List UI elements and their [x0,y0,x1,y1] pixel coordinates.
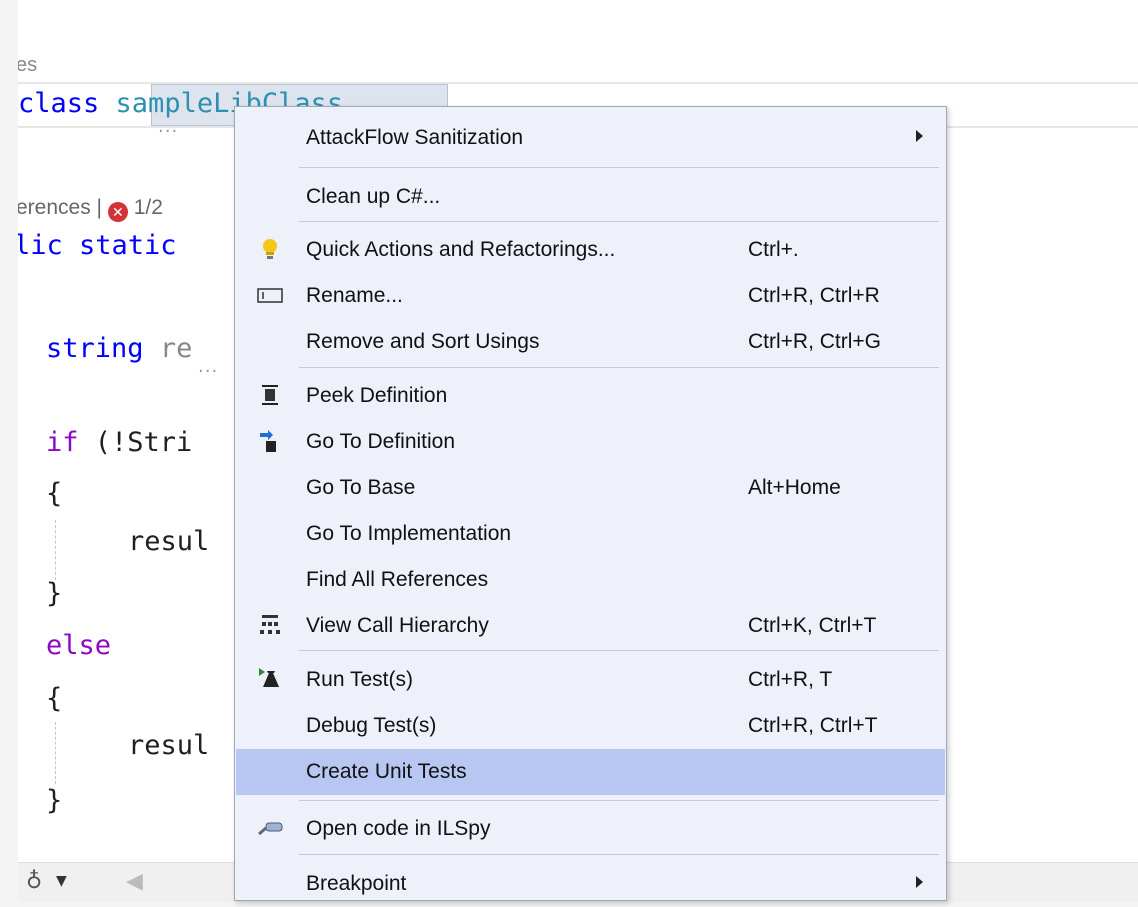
scroll-left-icon[interactable]: ◀ [126,869,143,894]
ellipsis-marker-2: ... [198,356,219,377]
code-line-result-2[interactable]: resul [128,730,209,761]
lightbulb-icon [256,235,284,263]
menu-item-debug-tests[interactable]: Debug Test(s) Ctrl+R, Ctrl+T [236,703,945,749]
menu-item-label: AttackFlow Sanitization [306,126,524,149]
indent-guide-2 [55,722,56,784]
menu-item-shortcut: Ctrl+R, T [748,668,833,691]
code-line-if[interactable]: if (!Stri [46,427,192,458]
menu-item-label: Debug Test(s) [306,714,437,737]
menu-item-label: Go To Implementation [306,522,512,545]
menu-item-shortcut: Alt+Home [748,476,841,499]
menu-item-go-to-implementation[interactable]: Go To Implementation [236,511,945,557]
menu-item-create-unit-tests[interactable]: Create Unit Tests [236,749,945,795]
menu-item-shortcut: Ctrl+. [748,238,799,261]
menu-item-open-in-ilspy[interactable]: Open code in ILSpy [236,806,945,852]
menu-item-label: Create Unit Tests [306,760,467,783]
menu-item-peek-definition[interactable]: Peek Definition [236,373,945,419]
menu-item-shortcut: Ctrl+R, Ctrl+G [748,330,882,353]
menu-item-label: Go To Definition [306,430,456,453]
menu-separator [299,650,939,651]
menu-item-label: Go To Base [306,476,416,499]
codelens[interactable]: erences | ✕ 1/2 [18,196,163,222]
menu-item-label: Remove and Sort Usings [306,330,540,353]
menu-item-quick-actions[interactable]: Quick Actions and Refactorings... Ctrl+. [236,227,945,273]
rename-icon [256,281,284,309]
menu-item-label: Peek Definition [306,384,448,407]
ilspy-icon [256,814,284,842]
peek-definition-icon [256,381,284,409]
menu-item-label: Find All References [306,568,489,591]
menu-separator [299,367,939,368]
indent-guide-1 [55,520,56,580]
menu-item-label: Run Test(s) [306,668,413,691]
submenu-arrow-icon [916,130,923,142]
menu-item-shortcut: Ctrl+R, Ctrl+R [748,284,880,307]
ellipsis-marker: ... [158,116,179,137]
menu-item-rename[interactable]: Rename... Ctrl+R, Ctrl+R [236,273,945,319]
menu-separator [299,800,939,801]
run-test-icon [256,665,284,693]
menu-item-remove-sort-usings[interactable]: Remove and Sort Usings Ctrl+R, Ctrl+G [236,319,945,365]
menu-item-clean-up[interactable]: Clean up C#... [236,174,945,220]
editor-top-band [18,0,1138,54]
error-icon: ✕ [107,202,128,222]
menu-item-go-to-base[interactable]: Go To Base Alt+Home [236,465,945,511]
menu-item-label: Open code in ILSpy [306,817,491,840]
menu-item-attackflow-sanitization[interactable]: AttackFlow Sanitization [236,115,945,161]
partial-label: es [18,54,38,76]
go-to-definition-icon [256,427,284,455]
brace-close-1: } [46,578,63,609]
code-line-method[interactable]: lic static [18,230,177,261]
menu-item-shortcut: Ctrl+K, Ctrl+T [748,614,877,637]
menu-item-breakpoint[interactable]: Breakpoint [236,861,945,907]
menu-item-label: Quick Actions and Refactorings... [306,238,616,261]
string-keyword: string [46,333,144,364]
menu-item-label: Rename... [306,284,403,307]
else-keyword: else [46,630,112,661]
codelens-references[interactable]: erences | [18,196,108,219]
menu-separator [299,167,939,168]
brace-open-2: { [46,683,63,714]
brace-close-2: } [46,785,63,816]
class-keyword: class [18,88,100,119]
brace-open-1: { [46,478,63,509]
menu-item-find-all-references[interactable]: Find All References [236,557,945,603]
code-line-string[interactable]: string re [46,333,192,364]
menu-separator [299,854,939,855]
menu-item-view-call-hierarchy[interactable]: View Call Hierarchy Ctrl+K, Ctrl+T [236,603,945,649]
menu-item-label: Clean up C#... [306,185,441,208]
code-line-result-1[interactable]: resul [128,526,209,557]
call-hierarchy-icon [256,611,284,639]
if-condition: (!Stri [78,427,193,458]
variable-name: re [159,333,193,364]
submenu-arrow-icon [916,876,923,888]
menu-item-label: View Call Hierarchy [306,614,489,637]
chevron-down-icon[interactable]: ▼ [56,873,67,889]
menu-item-label: Breakpoint [306,872,407,895]
if-keyword: if [46,427,79,458]
menu-item-go-to-definition[interactable]: Go To Definition [236,419,945,465]
bug-icon[interactable]: ♁ [26,869,42,894]
codelens-errors[interactable]: 1/2 [134,196,163,219]
menu-item-shortcut: Ctrl+R, Ctrl+T [748,714,878,737]
context-menu: AttackFlow Sanitization Clean up C#... Q… [234,106,947,901]
menu-item-run-tests[interactable]: Run Test(s) Ctrl+R, T [236,657,945,703]
menu-separator [299,221,939,222]
